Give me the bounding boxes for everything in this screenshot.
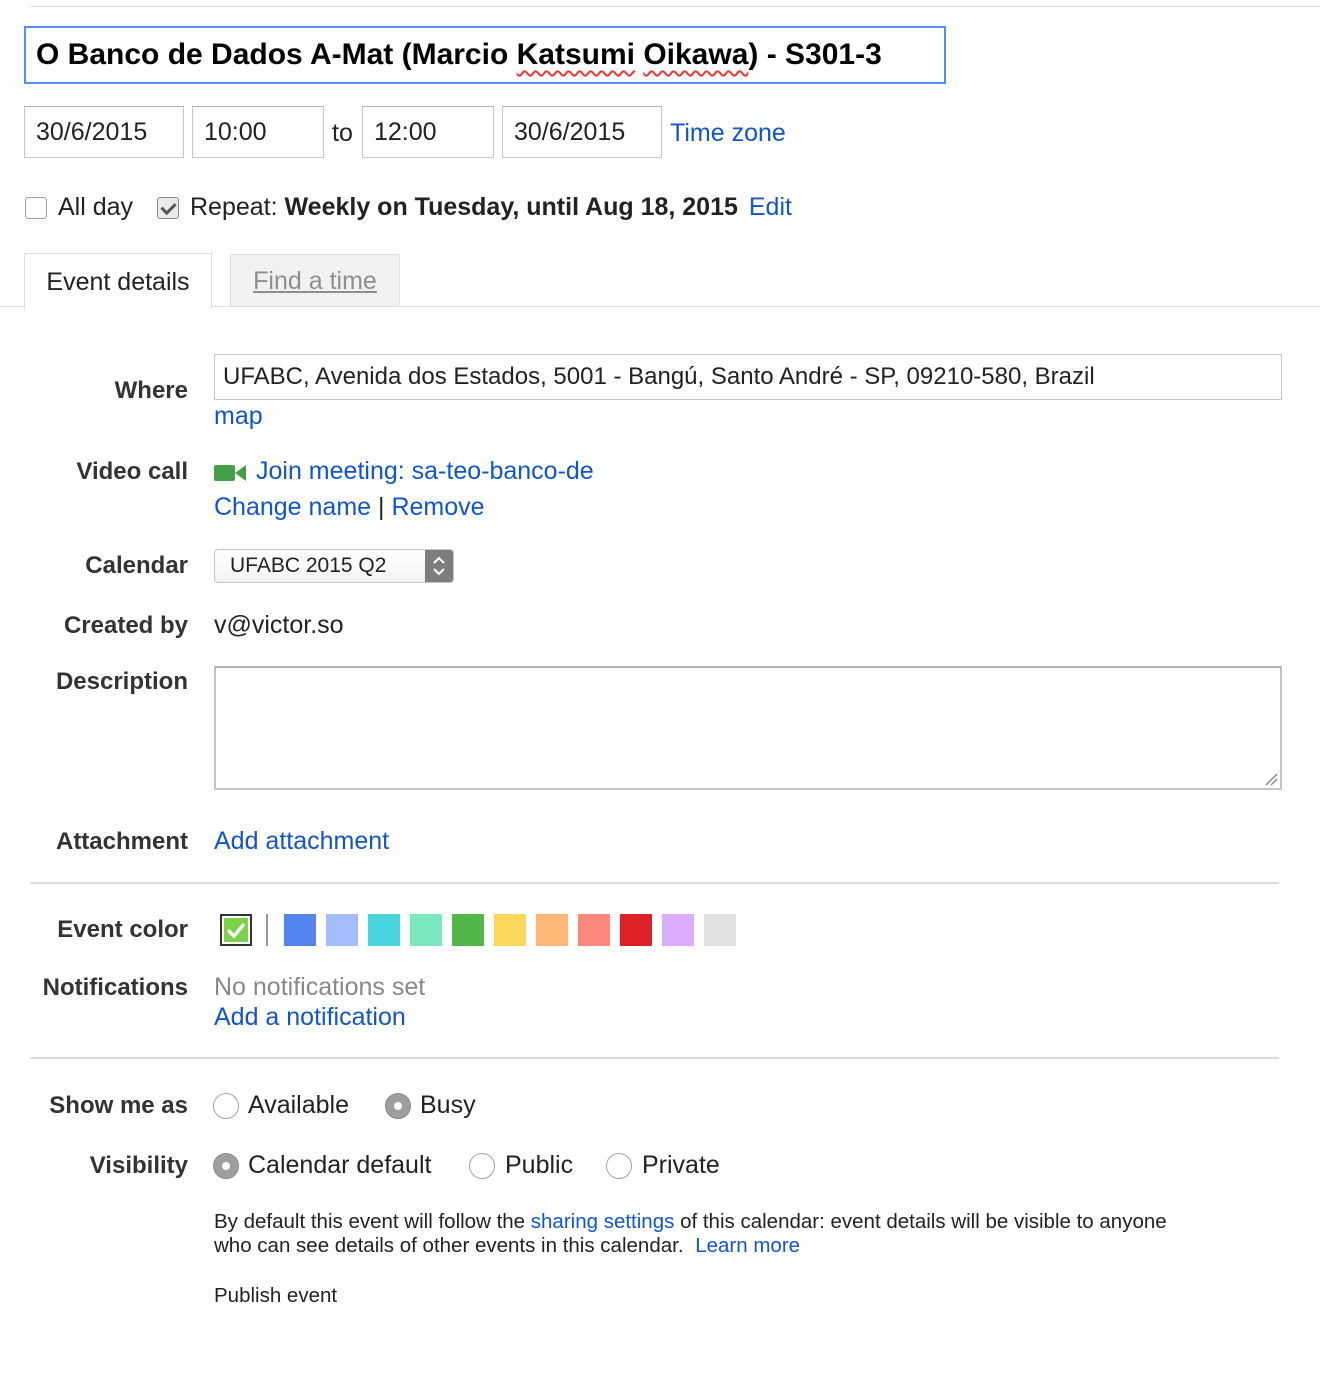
video-camera-icon bbox=[214, 465, 246, 481]
tab-divider-right bbox=[211, 306, 1320, 307]
color-swatch[interactable] bbox=[536, 914, 568, 946]
radio-busy[interactable] bbox=[385, 1093, 411, 1119]
color-separator bbox=[266, 914, 268, 946]
add-notification-link[interactable]: Add a notification bbox=[214, 1003, 406, 1032]
available-label: Available bbox=[248, 1091, 350, 1119]
tab-divider-left bbox=[0, 306, 24, 307]
tab-find-a-time[interactable]: Find a time bbox=[230, 254, 400, 306]
title-spellcheck-word-2: Oikawa bbox=[643, 38, 749, 71]
color-swatch[interactable] bbox=[494, 914, 526, 946]
start-date-input[interactable]: 30/6/2015 bbox=[24, 106, 184, 158]
calendar-select-value: UFABC 2015 Q2 bbox=[230, 554, 387, 577]
end-time-input[interactable]: 12:00 bbox=[362, 106, 494, 158]
attachment-label: Attachment bbox=[55, 828, 188, 855]
no-notifications-text: No notifications set bbox=[214, 973, 426, 1001]
title-text-end: ) - S301-3 bbox=[748, 38, 882, 71]
event-color-label: Event color bbox=[57, 916, 188, 943]
visibility-info-3: who can see details of other events in t… bbox=[214, 1234, 684, 1257]
repeat-row: Repeat: Weekly on Tuesday, until Aug 18,… bbox=[190, 193, 792, 222]
calendar-select[interactable]: UFABC 2015 Q2 bbox=[214, 549, 454, 583]
join-meeting-link[interactable]: Join meeting: sa-teo-banco-de bbox=[256, 457, 594, 486]
created-by-label: Created by bbox=[63, 612, 188, 639]
color-swatch[interactable] bbox=[662, 914, 694, 946]
visibility-info-1: By default this event will follow the bbox=[214, 1210, 531, 1233]
start-time-input[interactable]: 10:00 bbox=[192, 106, 324, 158]
select-arrows-icon bbox=[425, 550, 453, 582]
default-color-swatch[interactable] bbox=[220, 914, 252, 946]
tab-event-details[interactable]: Event details bbox=[24, 253, 212, 309]
repeat-edit-link[interactable]: Edit bbox=[749, 193, 792, 221]
color-swatch[interactable] bbox=[368, 914, 400, 946]
remove-video-link[interactable]: Remove bbox=[391, 493, 484, 521]
repeat-summary: Weekly on Tuesday, until Aug 18, 2015 bbox=[284, 193, 738, 221]
where-input[interactable]: UFABC, Avenida dos Estados, 5001 - Bangú… bbox=[214, 354, 1282, 400]
show-me-as-label: Show me as bbox=[49, 1092, 188, 1119]
title-text: O Banco de Dados A-Mat (Marcio bbox=[36, 38, 517, 71]
all-day-label: All day bbox=[58, 193, 134, 221]
video-actions-separator: | bbox=[378, 493, 385, 521]
created-by-value: v@victor.so bbox=[214, 611, 344, 639]
color-swatch[interactable] bbox=[704, 914, 736, 946]
notifications-label: Notifications bbox=[42, 974, 188, 1001]
radio-available[interactable] bbox=[213, 1093, 239, 1119]
repeat-checkbox[interactable] bbox=[157, 197, 179, 219]
event-title-input[interactable]: O Banco de Dados A-Mat (Marcio Katsumi O… bbox=[24, 26, 946, 84]
radio-public[interactable] bbox=[469, 1153, 495, 1179]
description-label: Description bbox=[55, 668, 188, 695]
change-name-link[interactable]: Change name bbox=[214, 493, 371, 521]
private-label: Private bbox=[642, 1151, 720, 1179]
visibility-info: By default this event will follow the sh… bbox=[214, 1210, 1294, 1258]
title-spellcheck-word: Katsumi bbox=[516, 38, 635, 71]
color-swatch[interactable] bbox=[620, 914, 652, 946]
color-swatch[interactable] bbox=[452, 914, 484, 946]
all-day-checkbox[interactable] bbox=[25, 197, 47, 219]
radio-private[interactable] bbox=[606, 1153, 632, 1179]
public-label: Public bbox=[505, 1151, 574, 1179]
sharing-settings-link[interactable]: sharing settings bbox=[531, 1210, 675, 1233]
color-swatch[interactable] bbox=[284, 914, 316, 946]
visibility-label: Visibility bbox=[89, 1152, 188, 1179]
publish-event-link[interactable]: Publish event bbox=[214, 1284, 337, 1308]
learn-more-link[interactable]: Learn more bbox=[695, 1234, 800, 1257]
timezone-link[interactable]: Time zone bbox=[670, 119, 786, 148]
calendar-label: Calendar bbox=[85, 552, 188, 579]
section-divider-1 bbox=[30, 882, 1279, 884]
to-label: to bbox=[332, 119, 353, 147]
video-actions: Change name | Remove bbox=[214, 493, 485, 522]
top-divider bbox=[30, 6, 1320, 7]
busy-label: Busy bbox=[420, 1091, 476, 1119]
color-swatch[interactable] bbox=[410, 914, 442, 946]
visibility-info-2: of this calendar: event details will be … bbox=[674, 1210, 1167, 1233]
where-label: Where bbox=[114, 377, 188, 404]
end-date-input[interactable]: 30/6/2015 bbox=[502, 106, 662, 158]
section-divider-2 bbox=[30, 1057, 1279, 1059]
color-swatch[interactable] bbox=[326, 914, 358, 946]
add-attachment-link[interactable]: Add attachment bbox=[214, 827, 389, 856]
checkmark-icon bbox=[226, 922, 246, 939]
color-swatch[interactable] bbox=[578, 914, 610, 946]
calendar-default-label: Calendar default bbox=[248, 1151, 432, 1179]
repeat-prefix: Repeat: bbox=[190, 193, 278, 221]
map-link[interactable]: map bbox=[214, 402, 263, 431]
resize-handle-icon[interactable] bbox=[1264, 772, 1278, 786]
radio-calendar-default[interactable] bbox=[213, 1153, 239, 1179]
description-textarea[interactable] bbox=[214, 666, 1282, 790]
video-call-label: Video call bbox=[76, 458, 188, 485]
